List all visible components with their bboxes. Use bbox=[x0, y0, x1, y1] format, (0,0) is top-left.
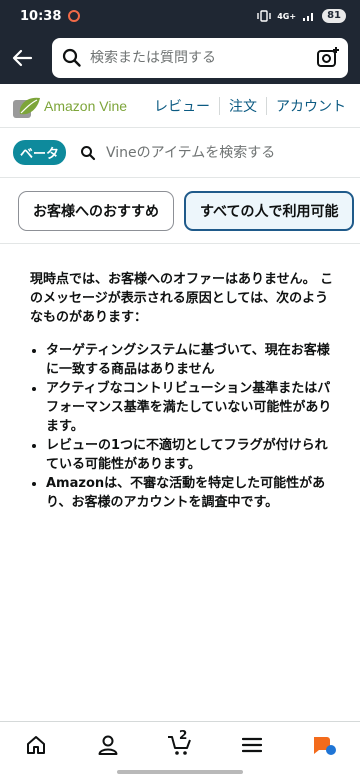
cart-count: 2 bbox=[179, 727, 188, 742]
network-type: 4G+ bbox=[277, 11, 297, 21]
vine-search-input[interactable] bbox=[106, 144, 327, 161]
back-arrow-icon bbox=[12, 49, 33, 67]
vine-search-box[interactable] bbox=[80, 144, 360, 161]
vine-logo-text: Amazon Vine bbox=[44, 97, 128, 114]
search-box[interactable] bbox=[52, 38, 348, 78]
nav-rufus[interactable] bbox=[304, 725, 344, 765]
vibrate-icon bbox=[257, 10, 271, 22]
account-icon bbox=[98, 735, 118, 755]
beta-badge: ベータ bbox=[13, 140, 67, 165]
tab-available-for-all[interactable]: すべての人で利用可能 bbox=[184, 190, 354, 231]
tab-recommended[interactable]: お客様へのおすすめ bbox=[18, 190, 174, 231]
list-item: レビューの1つに不適切としてフラグが付けられている可能性があります。 bbox=[46, 436, 335, 474]
menu-icon bbox=[242, 737, 262, 752]
nav-home[interactable] bbox=[16, 725, 56, 765]
battery-indicator: 81 bbox=[322, 9, 346, 23]
nav-cart[interactable]: 2 bbox=[160, 725, 200, 765]
vine-navigation: Amazon Vine レビュー 注文 アカウント bbox=[0, 84, 360, 128]
amazon-vine-logo[interactable]: Amazon Vine bbox=[12, 92, 127, 120]
nav-link-orders[interactable]: 注文 bbox=[220, 96, 266, 116]
app-header bbox=[0, 32, 360, 84]
bottom-navigation: 2 bbox=[0, 721, 360, 767]
search-icon bbox=[62, 48, 81, 67]
gesture-bar bbox=[117, 770, 243, 774]
vine-leaf-icon bbox=[13, 97, 40, 118]
status-time: 10:38 bbox=[20, 8, 62, 24]
status-icons: 4G+ 81 bbox=[257, 9, 346, 23]
nav-account[interactable] bbox=[88, 725, 128, 765]
message-intro: 現時点では、お客様へのオファーはありません。 このメッセージが表示される原因とし… bbox=[30, 272, 334, 325]
vine-search-row: ベータ bbox=[0, 128, 360, 178]
reasons-list: ターゲティングシステムに基づいて、現在お客様に一致する商品はありません アクティ… bbox=[30, 341, 335, 512]
recording-icon bbox=[68, 10, 81, 22]
nav-menu[interactable] bbox=[232, 725, 272, 765]
search-input[interactable] bbox=[90, 50, 316, 66]
list-item: アクティブなコントリビューション基準またはパフォーマンス基準を満たしていない可能… bbox=[46, 379, 335, 436]
nav-link-account[interactable]: アカウント bbox=[267, 96, 355, 116]
vine-nav-links: レビュー 注文 アカウント bbox=[145, 96, 355, 116]
status-bar: 10:38 4G+ 81 bbox=[0, 0, 360, 32]
no-offers-message: 現時点では、お客様へのオファーはありません。 このメッセージが表示される原因とし… bbox=[30, 270, 335, 512]
list-item: Amazonは、不審な活動を特定した可能性があり、お客様のアカウントを調査中です… bbox=[46, 474, 335, 512]
nav-link-reviews[interactable]: レビュー bbox=[145, 96, 219, 116]
camera-search-icon[interactable] bbox=[316, 46, 340, 70]
signal-icon bbox=[303, 13, 314, 21]
home-icon bbox=[27, 735, 45, 754]
list-item: ターゲティングシステムに基づいて、現在お客様に一致する商品はありません bbox=[46, 341, 335, 379]
search-icon bbox=[81, 145, 96, 160]
rufus-icon bbox=[314, 736, 336, 755]
vine-tabs: お客様へのおすすめ すべての人で利用可能 bbox=[0, 178, 360, 244]
back-button[interactable] bbox=[2, 38, 42, 78]
